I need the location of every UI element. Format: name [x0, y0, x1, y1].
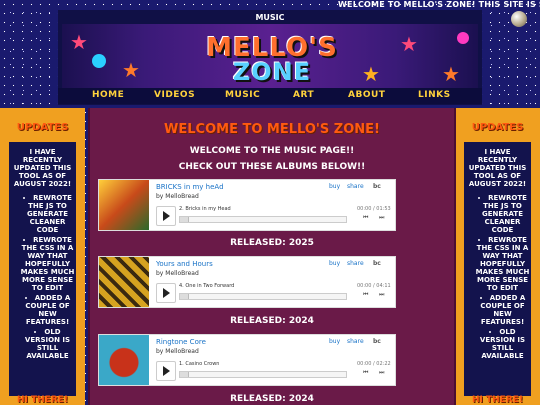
- site-logo[interactable]: MELLO'S ZONE: [157, 33, 387, 86]
- moon-icon: [511, 11, 527, 27]
- star-icon: ★: [400, 32, 418, 56]
- bubble-icon: [457, 32, 469, 44]
- progress-bar[interactable]: [179, 216, 347, 223]
- album-player[interactable]: Yours and Hours by MelloBread buy share …: [98, 256, 396, 308]
- release-year: RELEASED: 2024: [230, 316, 314, 326]
- welcome-heading: WELCOME TO MELLO'S ZONE!: [164, 122, 380, 137]
- update-item: REWROTE THE CSS IN A WAY THAT HOPEFULLY …: [474, 236, 531, 292]
- update-item: OLD VERSION IS STILL AVAILABLE: [474, 328, 531, 360]
- release-year: RELEASED: 2024: [230, 394, 314, 404]
- nav-links[interactable]: LINKS: [418, 90, 451, 100]
- update-item: ADDED A COUPLE OF NEW FEATURES!: [19, 294, 76, 326]
- progress-knob[interactable]: [180, 294, 189, 299]
- album-title[interactable]: Yours and Hours: [156, 260, 213, 268]
- progress-knob[interactable]: [180, 372, 189, 377]
- update-item: REWROTE THE JS TO GENERATE CLEANER CODE: [474, 194, 531, 234]
- album-artist[interactable]: by MelloBread: [156, 348, 199, 355]
- albums-subtitle: CHECK OUT THESE ALBUMS BELOW!!: [178, 162, 366, 172]
- sidebar-right: UPDATES I HAVE RECENTLY UPDATED THIS TOO…: [455, 108, 540, 405]
- play-button[interactable]: [156, 206, 176, 226]
- album-artist[interactable]: by MelloBread: [156, 270, 199, 277]
- buy-link[interactable]: buy: [329, 338, 340, 345]
- release-year: RELEASED: 2025: [230, 238, 314, 248]
- buy-link[interactable]: buy: [329, 183, 340, 190]
- track-name: 4. One in Two Forward: [179, 283, 235, 289]
- logo-line2: ZONE: [232, 58, 312, 86]
- play-button[interactable]: [156, 361, 176, 381]
- star-icon: ★: [442, 62, 460, 86]
- sidebar-heading: UPDATES: [471, 122, 524, 133]
- track-time: 00:00 / 02:22: [357, 361, 391, 367]
- nav-art[interactable]: ART: [293, 90, 314, 100]
- updates-intro: I HAVE RECENTLY UPDATED THIS TOOL AS OF …: [468, 148, 527, 188]
- play-button[interactable]: [156, 283, 176, 303]
- sidebar-footer: HI THERE!: [16, 395, 69, 405]
- track-name: 2. Bricks in my Head: [179, 206, 231, 212]
- track-time: 00:00 / 04:11: [357, 283, 391, 289]
- site-banner: ★ ★ ★ ★ ★ MELLO'S ZONE: [62, 24, 478, 90]
- album-title[interactable]: Ringtone Core: [156, 338, 206, 346]
- share-link[interactable]: share: [347, 338, 364, 345]
- logo-line1: MELLO'S: [206, 33, 338, 63]
- album-title[interactable]: BRICKS in my heAd: [156, 183, 224, 191]
- bubble-icon: [92, 54, 106, 68]
- sidebar-heading: UPDATES: [16, 122, 69, 133]
- nav-music[interactable]: MUSIC: [225, 90, 260, 100]
- update-item: REWROTE THE JS TO GENERATE CLEANER CODE: [19, 194, 76, 234]
- progress-knob[interactable]: [180, 217, 189, 222]
- star-icon: ★: [70, 30, 88, 54]
- progress-bar[interactable]: [179, 371, 347, 378]
- nav-home[interactable]: HOME: [92, 90, 124, 100]
- previous-icon[interactable]: ⏮: [363, 214, 368, 222]
- sidebar-footer: HI THERE!: [471, 395, 524, 405]
- album-player[interactable]: BRICKS in my heAd by MelloBread buy shar…: [98, 179, 396, 231]
- album-art[interactable]: [99, 257, 149, 307]
- star-icon: ★: [122, 58, 140, 82]
- bandcamp-logo[interactable]: bc: [373, 338, 381, 345]
- main-content: WELCOME TO MELLO'S ZONE! WELCOME TO THE …: [88, 108, 456, 405]
- nav-about[interactable]: ABOUT: [348, 90, 385, 100]
- album-art[interactable]: [99, 180, 149, 230]
- music-page-subtitle: WELCOME TO THE MUSIC PAGE!!: [189, 146, 355, 156]
- previous-icon[interactable]: ⏮: [363, 369, 368, 377]
- updates-box: I HAVE RECENTLY UPDATED THIS TOOL AS OF …: [464, 142, 531, 396]
- update-item: REWROTE THE CSS IN A WAY THAT HOPEFULLY …: [19, 236, 76, 292]
- bandcamp-logo[interactable]: bc: [373, 260, 381, 267]
- next-icon[interactable]: ⏭: [379, 291, 384, 299]
- buy-link[interactable]: buy: [329, 260, 340, 267]
- track-time: 00:00 / 01:53: [357, 206, 391, 212]
- sidebar-left: UPDATES I HAVE RECENTLY UPDATED THIS TOO…: [0, 108, 85, 405]
- bandcamp-logo[interactable]: bc: [373, 183, 381, 190]
- page-title: MUSIC: [255, 13, 285, 22]
- previous-icon[interactable]: ⏮: [363, 291, 368, 299]
- album-player[interactable]: Ringtone Core by MelloBread buy share bc…: [98, 334, 396, 386]
- updates-intro: I HAVE RECENTLY UPDATED THIS TOOL AS OF …: [13, 148, 72, 188]
- share-link[interactable]: share: [347, 260, 364, 267]
- nav-videos[interactable]: VIDEOS: [154, 90, 195, 100]
- next-icon[interactable]: ⏭: [379, 369, 384, 377]
- progress-bar[interactable]: [179, 293, 347, 300]
- album-artist[interactable]: by MelloBread: [156, 193, 199, 200]
- album-art[interactable]: [99, 335, 149, 385]
- welcome-marquee: WELCOME TO MELLO'S ZONE! THIS SITE IS ST…: [338, 0, 540, 9]
- track-name: 1. Casino Crown: [179, 361, 220, 367]
- update-item: OLD VERSION IS STILL AVAILABLE: [19, 328, 76, 360]
- main-nav: HOME VIDEOS MUSIC ART ABOUT LINKS: [58, 88, 482, 104]
- share-link[interactable]: share: [347, 183, 364, 190]
- updates-box: I HAVE RECENTLY UPDATED THIS TOOL AS OF …: [9, 142, 76, 396]
- update-item: ADDED A COUPLE OF NEW FEATURES!: [474, 294, 531, 326]
- next-icon[interactable]: ⏭: [379, 214, 384, 222]
